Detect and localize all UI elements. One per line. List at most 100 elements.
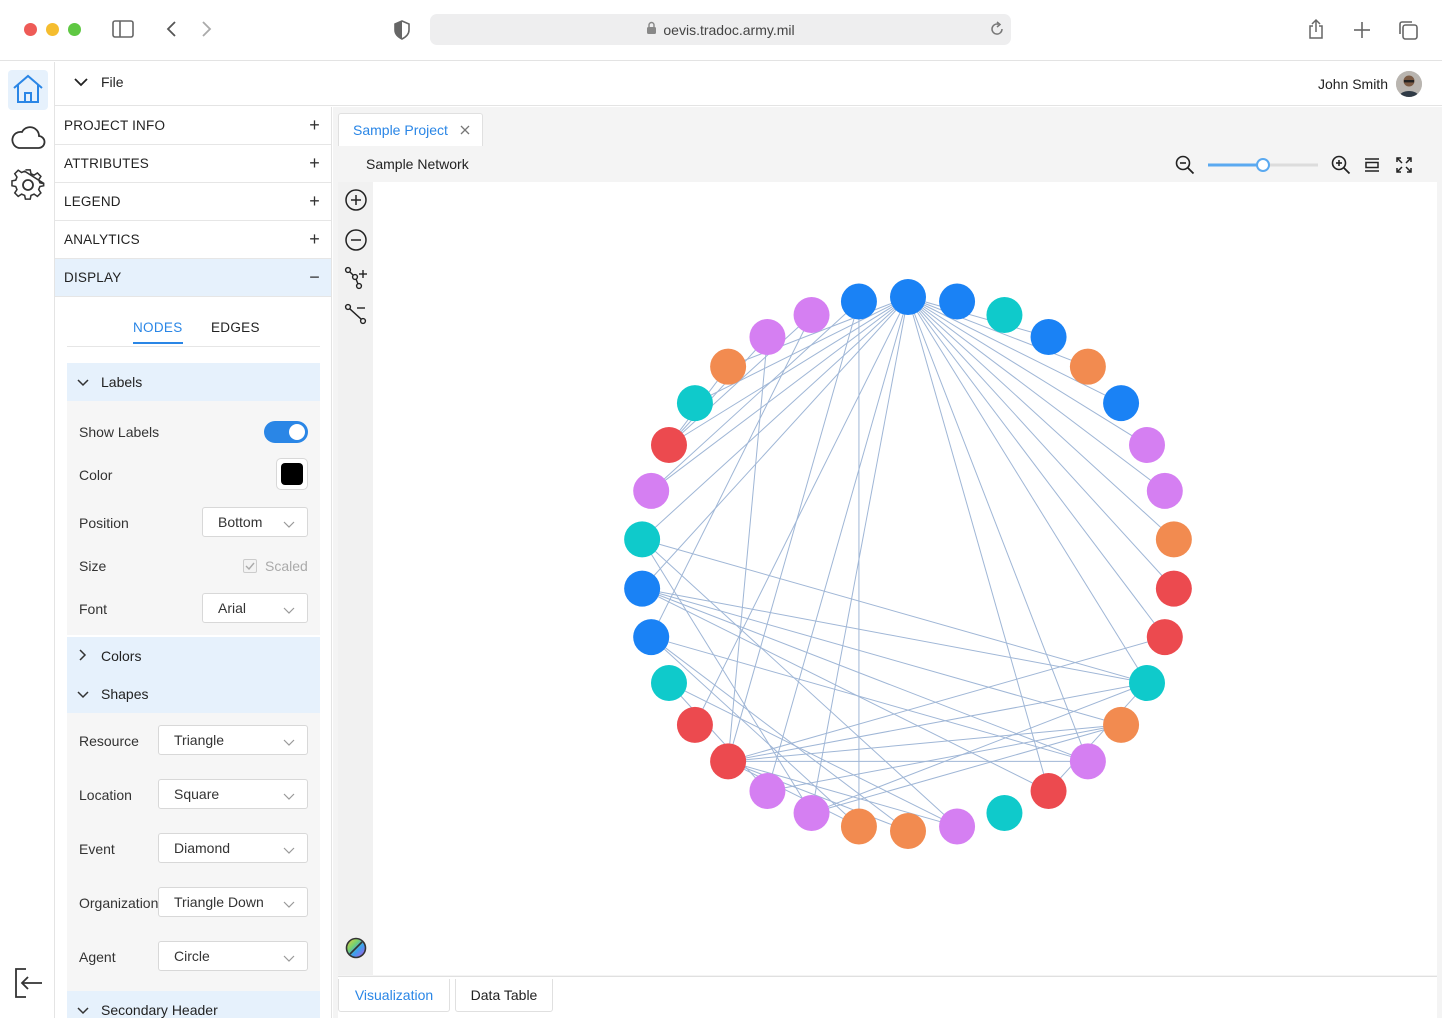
resource-shape-select[interactable]: Triangle (158, 725, 308, 755)
graph-edge[interactable] (668, 314, 812, 446)
add-edge-icon[interactable] (344, 266, 368, 290)
graph-node[interactable] (1155, 570, 1192, 607)
tab-nodes[interactable]: NODES (133, 320, 183, 344)
graph-node[interactable] (1155, 521, 1192, 558)
graph-node[interactable] (890, 279, 926, 315)
graph-node[interactable] (840, 283, 877, 320)
graph-node[interactable] (1103, 385, 1140, 422)
graph-node[interactable] (1129, 665, 1166, 702)
graph-node[interactable] (1069, 348, 1106, 385)
zoom-slider[interactable] (1206, 155, 1320, 175)
color-wheel-icon[interactable] (344, 936, 368, 960)
graph-edge[interactable] (727, 336, 768, 762)
add-node-icon[interactable] (344, 188, 368, 212)
graph-edge[interactable] (641, 588, 1049, 792)
secondary-section-header[interactable]: Secondary Header (67, 991, 320, 1018)
remove-node-icon[interactable] (344, 228, 368, 252)
graph-node[interactable] (1103, 706, 1140, 743)
font-select[interactable]: Arial (202, 593, 308, 623)
graph-node[interactable] (1030, 773, 1067, 810)
accordion-display[interactable]: DISPLAY − (55, 259, 331, 297)
graph-node[interactable] (890, 813, 926, 849)
tab-data-table[interactable]: Data Table (455, 979, 553, 1012)
graph-node[interactable] (840, 808, 877, 845)
user-menu[interactable]: John Smith (1318, 71, 1422, 97)
logout-nav-button[interactable] (8, 964, 48, 1004)
forward-icon[interactable] (196, 18, 218, 40)
fit-view-icon[interactable] (1363, 156, 1381, 177)
graph-node[interactable] (633, 619, 670, 656)
close-icon[interactable] (460, 122, 470, 138)
maximize-window-button[interactable] (68, 23, 81, 36)
minimize-window-button[interactable] (46, 23, 59, 36)
home-nav-button[interactable] (8, 70, 48, 110)
agent-shape-select[interactable]: Circle (158, 941, 308, 971)
graph-edge[interactable] (907, 296, 1089, 762)
back-icon[interactable] (160, 18, 182, 40)
colors-section-header[interactable]: Colors (67, 637, 320, 675)
graph-node[interactable] (793, 794, 830, 831)
tab-edges[interactable]: EDGES (211, 320, 260, 335)
label-color-picker[interactable] (276, 458, 308, 490)
graph-edge[interactable] (642, 588, 1122, 726)
organization-shape-select[interactable]: Triangle Down (158, 887, 308, 917)
graph-node[interactable] (633, 472, 670, 509)
accordion-analytics[interactable]: ANALYTICS + (55, 221, 331, 259)
file-menu[interactable]: File (73, 74, 124, 90)
new-tab-icon[interactable] (1350, 18, 1374, 42)
shapes-section-header[interactable]: Shapes (67, 675, 320, 713)
accordion-attributes[interactable]: ATTRIBUTES + (55, 145, 331, 183)
graph-node[interactable] (986, 794, 1023, 831)
graph-edge[interactable] (727, 760, 860, 827)
graph-node[interactable] (710, 743, 747, 780)
graph-node[interactable] (624, 521, 661, 558)
event-shape-select[interactable]: Diamond (158, 833, 308, 863)
tabs-icon[interactable] (1396, 18, 1420, 42)
graph-node[interactable] (793, 297, 830, 334)
graph-node[interactable] (1146, 472, 1183, 509)
graph-node[interactable] (650, 665, 687, 702)
accordion-project-info[interactable]: PROJECT INFO + (55, 107, 331, 145)
graph-node[interactable] (986, 297, 1023, 334)
graph-node[interactable] (1129, 426, 1166, 463)
graph-edge[interactable] (728, 724, 1122, 762)
graph-edge[interactable] (641, 538, 958, 827)
shield-icon[interactable] (390, 18, 414, 42)
graph-node[interactable] (1030, 318, 1067, 355)
graph-node[interactable] (650, 426, 687, 463)
sidebar-icon[interactable] (110, 18, 136, 40)
reload-icon[interactable] (989, 21, 1005, 40)
graph-node[interactable] (749, 318, 786, 355)
location-shape-select[interactable]: Square (158, 779, 308, 809)
graph-node[interactable] (1069, 743, 1106, 780)
settings-nav-button[interactable] (8, 166, 48, 206)
graph-node[interactable] (749, 773, 786, 810)
zoom-in-icon[interactable] (1331, 155, 1351, 178)
remove-edge-icon[interactable] (344, 302, 368, 326)
cloud-nav-button[interactable] (8, 118, 48, 158)
graph-edge[interactable] (642, 588, 1148, 684)
graph-node[interactable] (676, 385, 713, 422)
graph-node[interactable] (1146, 619, 1183, 656)
graph-edge[interactable] (727, 301, 860, 762)
share-icon[interactable] (1304, 16, 1328, 42)
address-bar[interactable]: oevis.tradoc.army.mil (430, 14, 1011, 45)
graph-node[interactable] (939, 283, 976, 320)
labels-section-header[interactable]: Labels (67, 363, 320, 401)
fullscreen-icon[interactable] (1395, 156, 1413, 177)
network-graph[interactable] (373, 182, 1437, 975)
tab-sample-project[interactable]: Sample Project (338, 113, 483, 146)
zoom-out-icon[interactable] (1175, 155, 1195, 178)
position-select[interactable]: Bottom (202, 507, 308, 537)
close-window-button[interactable] (24, 23, 37, 36)
graph-node[interactable] (624, 570, 661, 607)
accordion-legend[interactable]: LEGEND + (55, 183, 331, 221)
show-labels-toggle[interactable] (264, 421, 308, 443)
graph-node[interactable] (676, 706, 713, 743)
graph-node[interactable] (710, 348, 747, 385)
graph-node[interactable] (939, 808, 976, 845)
network-canvas[interactable] (373, 182, 1437, 975)
avatar[interactable] (1396, 71, 1422, 97)
scaled-checkbox[interactable]: Scaled (243, 558, 308, 574)
tab-visualization[interactable]: Visualization (338, 979, 450, 1012)
